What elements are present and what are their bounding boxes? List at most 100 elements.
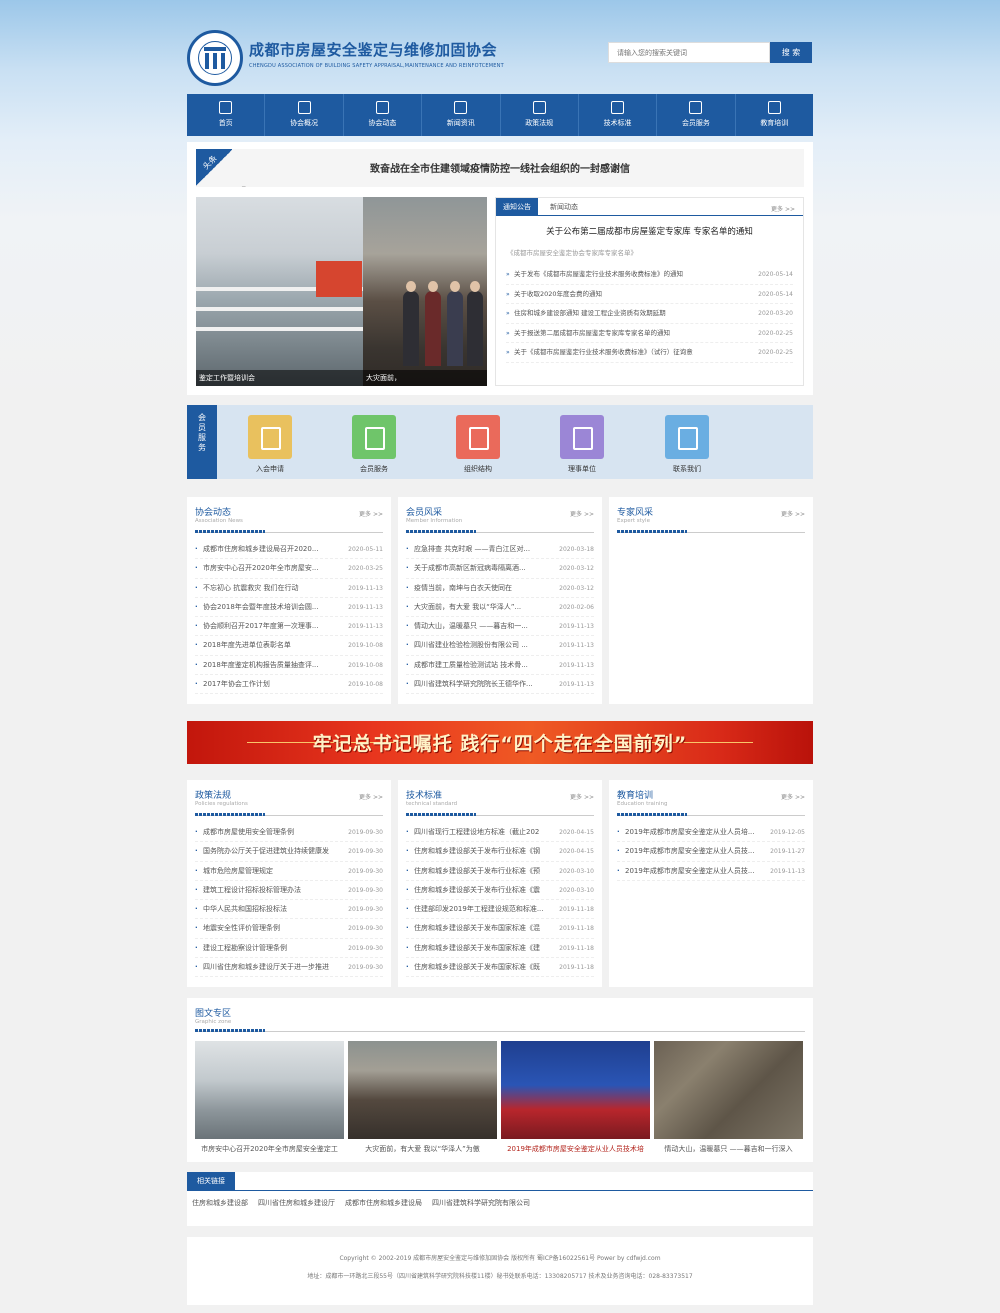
policy-icon: [532, 101, 546, 114]
tab-notice[interactable]: 通知公告: [496, 198, 538, 216]
column-title: 政策法规: [195, 791, 232, 801]
search-button[interactable]: 搜 索: [770, 42, 812, 63]
member-service-0[interactable]: 入会申请: [248, 415, 292, 474]
tab-news[interactable]: 新闻动态: [550, 198, 578, 216]
list-item[interactable]: 2019年成都市房屋安全鉴定从业人员技...2019-11-13: [617, 861, 805, 881]
list-item[interactable]: 协会顺利召开2017年度第一次理事...2019-11-13: [195, 617, 383, 637]
list-item[interactable]: 2018年度鉴定机构报告质量抽查评...2019-10-08: [195, 655, 383, 676]
notice-item[interactable]: 关于收取2020年度会费的通知2020-05-14: [506, 285, 793, 304]
list-item[interactable]: 市房安中心召开2020年全市房屋安...2020-03-25: [195, 559, 383, 579]
list-item[interactable]: 住房和城乡建设部关于发布国家标准《建2019-11-18: [406, 938, 594, 959]
member-service-1[interactable]: 会员服务: [352, 415, 396, 474]
headline-title[interactable]: 致奋战在全市住建领域疫情防控一线社会组织的一封感谢信: [196, 160, 804, 175]
list-item[interactable]: 城市危险房屋管理规定2019-09-30: [195, 861, 383, 881]
list-item[interactable]: 地震安全性评价管理条例2019-09-30: [195, 919, 383, 939]
main-nav: 首页 协会概况 协会动态 新闻资讯 政策法规 技术标准 会员服务 教育培训: [187, 94, 813, 136]
list-item[interactable]: 协会2018年会暨年度技术培训会圆...2019-11-13: [195, 597, 383, 618]
list-item[interactable]: 四川省住房和城乡建设厅关于进一步推进2019-09-30: [195, 958, 383, 978]
column-columns2-2: 教育培训Education training更多 >>2019年成都市房屋安全鉴…: [609, 780, 813, 987]
nav-item-1[interactable]: 协会概况: [265, 94, 344, 136]
notice-more-link[interactable]: 更多 >>: [771, 204, 795, 213]
more-link[interactable]: 更多 >>: [359, 509, 383, 518]
list-item[interactable]: 国务院办公厅关于促进建筑业持续健康发2019-09-30: [195, 842, 383, 862]
column-title: 专家风采: [617, 508, 654, 518]
slogan-banner[interactable]: 牢记总书记嘱托 践行“四个走在全国前列”: [187, 721, 813, 764]
list-item[interactable]: 建筑工程设计招标投标管理办法2019-09-30: [195, 880, 383, 901]
more-link[interactable]: 更多 >>: [570, 792, 594, 801]
list-item[interactable]: 住房和城乡建设部关于发布行业标准《预2020-03-10: [406, 861, 594, 881]
nav-item-4[interactable]: 政策法规: [501, 94, 579, 136]
column-columns1-2: 专家风采 Expert style 更多 >>: [609, 497, 813, 704]
list-item[interactable]: 情动大山，温暖墓只 ——暮吉和一...2019-11-13: [406, 617, 594, 637]
member-service-2[interactable]: 组织结构: [456, 415, 500, 474]
related-links-tab: 相关链接: [187, 1172, 235, 1190]
nav-item-5[interactable]: 技术标准: [579, 94, 658, 136]
list-item[interactable]: 住房和城乡建设部关于发布行业标准《钢2020-04-15: [406, 842, 594, 862]
gallery-item[interactable]: 情动大山，温暖墓只 ——暮吉和一行深入: [654, 1041, 803, 1154]
list-item[interactable]: 四川省现行工程建设地方标准（截止2022020-04-15: [406, 823, 594, 843]
gallery-item[interactable]: 市房安中心召开2020年全市房屋安全鉴定工: [195, 1041, 344, 1154]
column-title: 教育培训: [617, 791, 654, 801]
list-item[interactable]: 2017年协会工作计划2019-10-08: [195, 675, 383, 695]
slide-photo-meeting[interactable]: 鉴定工作暨培训会: [196, 197, 363, 386]
more-link[interactable]: 更多 >>: [781, 509, 805, 518]
slide-photo-disaster[interactable]: 大灾面前，: [363, 197, 487, 386]
list-item[interactable]: 疫情当前，南坤与白衣天使同在2020-03-12: [406, 578, 594, 598]
list-item[interactable]: 2019年成都市房屋安全鉴定从业人员技...2019-11-27: [617, 842, 805, 862]
site-title: 成都市房屋安全鉴定与维修加固协会 CHENGDU ASSOCIATION OF …: [249, 41, 504, 69]
more-link[interactable]: 更多 >>: [781, 792, 805, 801]
more-link[interactable]: 更多 >>: [359, 792, 383, 801]
slide-caption: 大灾面前，: [363, 370, 487, 386]
member-services-tag: 会员服务: [187, 405, 217, 479]
list-item[interactable]: 成都市房屋使用安全管理条例2019-09-30: [195, 823, 383, 843]
news-icon: [375, 101, 389, 114]
overview-icon: [297, 101, 311, 114]
more-link[interactable]: 更多 >>: [570, 509, 594, 518]
list-item[interactable]: 大灾面前，有大爱 我以“华泽人”...2020-02-06: [406, 597, 594, 618]
related-link[interactable]: 四川省建筑科学研究院有限公司: [432, 1199, 530, 1207]
list-item[interactable]: 住房和城乡建设部关于发布国家标准《混2019-11-18: [406, 919, 594, 939]
nav-item-7[interactable]: 教育培训: [736, 94, 813, 136]
member-service-4[interactable]: 联系我们: [665, 415, 709, 474]
nav-item-6[interactable]: 会员服务: [657, 94, 736, 136]
list-item[interactable]: 四川省建业检验检测股份有限公司 ...2019-11-13: [406, 636, 594, 656]
nav-item-3[interactable]: 新闻资讯: [422, 94, 501, 136]
gallery-item[interactable]: 2019年成都市房屋安全鉴定从业人员技术培: [501, 1041, 650, 1154]
files-icon: [560, 415, 604, 459]
list-item[interactable]: 住建部印发2019年工程建设规范和标准...2019-11-18: [406, 900, 594, 920]
association-logo[interactable]: [187, 30, 243, 86]
related-link[interactable]: 住房和城乡建设部: [192, 1199, 248, 1207]
list-item[interactable]: 关于成都市高新区新冠病毒隔离酒...2020-03-12: [406, 559, 594, 579]
search-input[interactable]: [608, 42, 770, 63]
list-item[interactable]: 成都市住房和城乡建设局召开2020...2020-05-11: [195, 540, 383, 560]
org-chart-icon: [456, 415, 500, 459]
education-icon: [767, 101, 781, 114]
gallery-title: 图文专区: [195, 1009, 232, 1019]
list-item[interactable]: 住房和城乡建设部关于发布行业标准《震2020-03-10: [406, 880, 594, 901]
notice-item[interactable]: 关于发布《成都市房屋鉴定行业技术服务收费标准》的通知2020-05-14: [506, 265, 793, 285]
list-item[interactable]: 应急排查 共克时艰 ——青白江区对...2020-03-18: [406, 540, 594, 560]
notice-item[interactable]: 关于报送第二届成都市房屋鉴定专家库专家名单的通知2020-02-25: [506, 324, 793, 343]
list-item[interactable]: 建设工程勘察设计管理条例2019-09-30: [195, 938, 383, 959]
notice-featured-title[interactable]: 关于公布第二届成都市房屋鉴定专家库 专家名单的通知: [496, 225, 803, 237]
list-item[interactable]: 四川省建筑科学研究院院长王德华作...2019-11-13: [406, 675, 594, 695]
members-icon: [689, 101, 703, 114]
column-title: 会员风采: [406, 508, 443, 518]
nav-item-0[interactable]: 首页: [187, 94, 266, 136]
gallery-item[interactable]: 大灾面前，有大爱 我以“华泽人”为傲: [348, 1041, 497, 1154]
list-item[interactable]: 2019年成都市房屋安全鉴定从业人员培...2019-12-05: [617, 823, 805, 843]
list-item[interactable]: 不忘初心 抗震救灾 我们在行动2019-11-13: [195, 578, 383, 598]
list-item[interactable]: 2018年度先进单位表彰名单2019-10-08: [195, 636, 383, 656]
member-service-3[interactable]: 理事单位: [560, 415, 604, 474]
column-columns2-1: 技术标准technical standard更多 >>四川省现行工程建设地方标准…: [398, 780, 602, 987]
list-item[interactable]: 中华人民共和国招标投标法2019-09-30: [195, 900, 383, 920]
home-icon: [219, 101, 233, 114]
notice-item[interactable]: 住房和城乡建设部通知 建设工程企业资质有效期延期2020-03-20: [506, 304, 793, 324]
list-item[interactable]: 成都市建工质量检验测试站 技术骨...2019-11-13: [406, 655, 594, 676]
related-link[interactable]: 四川省住房和城乡建设厅: [258, 1199, 335, 1207]
list-item[interactable]: 住房和城乡建设部关于发布国家标准《既2019-11-18: [406, 958, 594, 978]
related-link[interactable]: 成都市住房和城乡建设局: [345, 1199, 422, 1207]
nav-item-2[interactable]: 协会动态: [344, 94, 423, 136]
notice-item[interactable]: 关于《成都市房屋鉴定行业技术服务收费标准》（试行）征询意2020-02-25: [506, 343, 793, 363]
banner-text: 牢记总书记嘱托 践行“四个走在全国前列”: [312, 733, 688, 755]
